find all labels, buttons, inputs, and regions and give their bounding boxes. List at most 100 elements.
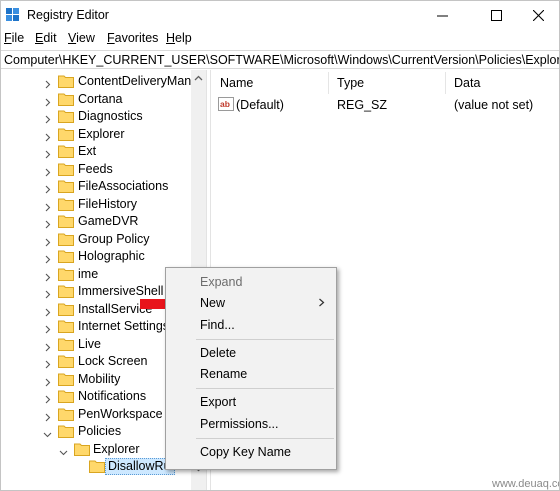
tree-item-label: FileHistory bbox=[78, 196, 138, 211]
chevron-right-icon[interactable] bbox=[43, 235, 52, 246]
tree-item-label: Group Policy bbox=[78, 231, 150, 246]
tree-item-label: Internet Settings bbox=[78, 319, 170, 333]
chevron-right-icon[interactable] bbox=[43, 130, 52, 141]
tree-item[interactable]: FileHistory bbox=[1, 196, 191, 213]
tree-item[interactable]: ime bbox=[1, 266, 191, 283]
tree-item[interactable]: Diagnostics bbox=[1, 108, 191, 125]
folder-icon bbox=[58, 302, 74, 316]
folder-icon bbox=[58, 162, 74, 176]
chevron-right-icon[interactable] bbox=[43, 287, 52, 299]
menu-edit[interactable]: Edit bbox=[35, 31, 57, 45]
tree-item[interactable]: Internet Settings bbox=[1, 318, 191, 335]
folder-icon bbox=[58, 424, 74, 438]
scroll-up-icon[interactable] bbox=[194, 74, 203, 83]
menu-help[interactable]: Help bbox=[166, 31, 192, 45]
menu-item-rename[interactable]: Rename bbox=[200, 365, 247, 383]
chevron-right-icon[interactable] bbox=[43, 112, 52, 124]
chevron-right-icon[interactable] bbox=[43, 200, 52, 211]
folder-icon bbox=[58, 319, 74, 333]
menu-item-new[interactable]: New bbox=[200, 294, 225, 312]
tree-item-label: FileAssociations bbox=[78, 179, 169, 193]
minimize-button[interactable] bbox=[419, 1, 465, 29]
tree-item[interactable]: Cortana bbox=[1, 91, 191, 108]
tree-item[interactable]: Holographic bbox=[1, 248, 191, 265]
context-menu: Expand New Find... Delete Rename Export … bbox=[165, 267, 337, 470]
watermark: www.deuaq.com bbox=[492, 478, 559, 490]
value-type: REG_SZ bbox=[337, 98, 388, 112]
menu-file[interactable]: File bbox=[4, 31, 24, 45]
column-divider[interactable] bbox=[328, 72, 329, 94]
registry-editor-window: Registry Editor File Edit View Favorites… bbox=[0, 0, 560, 491]
value-name[interactable]: (Default) bbox=[236, 96, 284, 114]
menu-item-permissions[interactable]: Permissions... bbox=[200, 415, 279, 433]
window-title: Registry Editor bbox=[27, 8, 109, 22]
chevron-right-icon[interactable] bbox=[43, 392, 52, 404]
chevron-right-icon[interactable] bbox=[43, 182, 52, 194]
chevron-right-icon[interactable] bbox=[43, 375, 52, 386]
chevron-down-icon[interactable] bbox=[59, 445, 68, 455]
folder-icon bbox=[58, 407, 74, 421]
folder-icon bbox=[58, 197, 74, 211]
tree-item[interactable]: ContentDeliveryMana bbox=[1, 73, 198, 90]
menu-view[interactable]: View bbox=[68, 31, 95, 45]
value-data: (value not set) bbox=[454, 98, 534, 112]
folder-icon bbox=[58, 109, 74, 123]
tree-item[interactable]: Policies bbox=[1, 423, 191, 440]
tree-item[interactable]: GameDVR bbox=[1, 213, 191, 230]
chevron-right-icon[interactable] bbox=[43, 410, 52, 421]
menu-item-export[interactable]: Export bbox=[200, 393, 236, 411]
folder-icon bbox=[58, 74, 74, 88]
tree-item[interactable]: Feeds bbox=[1, 161, 191, 178]
chevron-right-icon[interactable] bbox=[43, 77, 52, 89]
string-value-icon: ab bbox=[218, 97, 234, 111]
folder-icon bbox=[58, 354, 74, 368]
title-bar[interactable]: Registry Editor bbox=[1, 1, 559, 29]
address-bar[interactable]: Computer\HKEY_CURRENT_USER\SOFTWARE\Micr… bbox=[1, 50, 559, 69]
tree-item[interactable]: Ext bbox=[1, 143, 191, 160]
chevron-right-icon[interactable] bbox=[43, 270, 52, 281]
folder-icon bbox=[58, 267, 74, 281]
chevron-right-icon[interactable] bbox=[43, 357, 52, 369]
column-divider[interactable] bbox=[445, 72, 446, 94]
menu-item-copy-key-name[interactable]: Copy Key Name bbox=[200, 443, 291, 461]
chevron-right-icon[interactable] bbox=[43, 305, 52, 316]
tree-item[interactable]: Lock Screen bbox=[1, 353, 191, 370]
column-header-data[interactable]: Data bbox=[454, 73, 480, 93]
tree-item-label: Ext bbox=[78, 144, 97, 158]
tree-item[interactable]: Group Policy bbox=[1, 231, 191, 248]
tree-item-explorer-expanded[interactable]: Explorer bbox=[1, 441, 191, 458]
tree-item[interactable]: Live bbox=[1, 336, 191, 353]
tree-item[interactable]: FileAssociations bbox=[1, 178, 191, 195]
chevron-right-icon[interactable] bbox=[43, 147, 52, 159]
menu-separator bbox=[196, 339, 334, 340]
tree-item[interactable]: Explorer bbox=[1, 126, 191, 143]
menu-item-find[interactable]: Find... bbox=[200, 316, 235, 334]
tree-item-label: Live bbox=[78, 336, 101, 351]
tree-item-selected[interactable]: DisallowRun bbox=[1, 458, 191, 475]
menu-item-delete[interactable]: Delete bbox=[200, 344, 236, 362]
tree-item-label: GameDVR bbox=[78, 214, 139, 228]
chevron-right-icon[interactable] bbox=[43, 217, 52, 229]
folder-icon bbox=[74, 442, 90, 456]
tree-item-label: Explorer bbox=[78, 126, 125, 141]
tree-item[interactable]: Notifications bbox=[1, 388, 191, 405]
tree-item[interactable]: Mobility bbox=[1, 371, 191, 388]
close-button[interactable] bbox=[515, 1, 559, 29]
chevron-right-icon[interactable] bbox=[43, 252, 52, 264]
close-icon bbox=[532, 9, 544, 21]
submenu-chevron-icon bbox=[319, 298, 325, 307]
menu-favorites[interactable]: Favorites bbox=[107, 31, 158, 45]
tree-item-label: ime bbox=[78, 266, 99, 281]
minimize-icon bbox=[436, 15, 448, 16]
folder-icon bbox=[58, 249, 74, 263]
tree-item-label: Explorer bbox=[93, 441, 140, 456]
column-header-name[interactable]: Name bbox=[220, 73, 253, 93]
maximize-button[interactable] bbox=[473, 1, 519, 29]
chevron-right-icon[interactable] bbox=[43, 165, 52, 176]
chevron-down-icon[interactable] bbox=[43, 427, 52, 438]
tree-item[interactable]: PenWorkspace bbox=[1, 406, 191, 423]
chevron-right-icon[interactable] bbox=[43, 322, 52, 334]
chevron-right-icon[interactable] bbox=[43, 340, 52, 351]
chevron-right-icon[interactable] bbox=[43, 95, 52, 106]
column-header-type[interactable]: Type bbox=[337, 73, 364, 93]
